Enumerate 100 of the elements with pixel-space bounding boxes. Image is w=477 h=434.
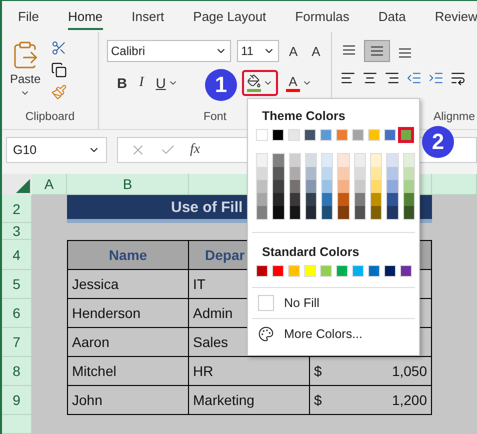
ribbon-tab[interactable]: Home — [68, 3, 103, 30]
color-swatch[interactable] — [257, 180, 268, 193]
grow-font-button[interactable]: A — [285, 40, 302, 62]
color-swatch[interactable] — [273, 154, 284, 167]
color-swatch[interactable] — [338, 193, 349, 206]
step-badge: 2 — [422, 126, 454, 158]
table-cell: Aaron — [67, 328, 189, 357]
color-swatch[interactable] — [387, 193, 398, 206]
wrap-text-icon — [450, 70, 466, 86]
color-swatch[interactable] — [354, 167, 366, 180]
row-header[interactable]: 2 — [2, 195, 32, 223]
section-title: Theme Colors — [262, 109, 346, 123]
color-swatch[interactable] — [306, 193, 316, 206]
color-swatch[interactable] — [404, 167, 414, 180]
paste-button[interactable]: Paste — [10, 40, 41, 105]
color-swatch[interactable] — [338, 206, 349, 219]
italic-button[interactable]: I — [135, 72, 148, 94]
column-header[interactable] — [432, 174, 477, 195]
color-swatch[interactable] — [273, 167, 284, 180]
ribbon-tab[interactable]: Formulas — [295, 3, 350, 30]
color-swatch[interactable] — [273, 180, 284, 193]
color-swatch[interactable] — [387, 180, 398, 193]
paintbrush-icon — [50, 84, 67, 100]
row-header[interactable]: 4 — [2, 240, 32, 270]
group-label: Clipboard — [25, 111, 75, 123]
color-swatch[interactable] — [257, 206, 268, 219]
color-swatch[interactable] — [306, 206, 316, 219]
table-cell: Jessica — [67, 270, 189, 299]
color-swatch[interactable] — [371, 154, 382, 167]
align-middle-button[interactable] — [364, 40, 390, 62]
align-center-icon — [362, 70, 378, 86]
palette-icon — [258, 326, 274, 342]
color-swatch[interactable] — [400, 129, 412, 141]
color-swatch[interactable] — [404, 193, 414, 206]
color-swatch[interactable] — [338, 154, 349, 167]
color-swatch[interactable] — [404, 154, 414, 167]
font-color-button[interactable]: A — [282, 72, 316, 94]
row-header[interactable] — [2, 415, 32, 434]
currency-symbol: $ — [314, 392, 322, 408]
color-swatch[interactable] — [290, 154, 300, 167]
amount: 1,200 — [392, 392, 427, 408]
font-size-field[interactable]: 11 — [237, 40, 279, 62]
color-swatch[interactable] — [322, 180, 332, 193]
color-swatch[interactable] — [371, 206, 382, 219]
select-all-icon[interactable] — [16, 179, 30, 193]
color-swatch[interactable] — [354, 154, 366, 167]
color-swatch[interactable] — [290, 193, 300, 206]
color-swatch[interactable] — [306, 154, 316, 167]
color-swatch[interactable] — [338, 180, 349, 193]
row-header[interactable]: 9 — [2, 386, 32, 415]
color-swatch[interactable] — [404, 180, 414, 193]
color-swatch[interactable] — [354, 193, 366, 206]
color-swatch[interactable] — [306, 180, 316, 193]
underline-button[interactable]: U — [152, 72, 182, 94]
color-swatch[interactable] — [257, 167, 268, 180]
currency-symbol: $ — [314, 363, 322, 379]
color-swatch[interactable] — [404, 206, 414, 219]
fill-color-button[interactable] — [242, 70, 278, 96]
color-swatch[interactable] — [257, 193, 268, 206]
color-swatch[interactable] — [306, 167, 316, 180]
color-swatch[interactable] — [290, 180, 300, 193]
group-label: Font — [203, 111, 226, 123]
color-swatch[interactable] — [273, 193, 284, 206]
row-header[interactable]: 5 — [2, 270, 32, 299]
table-cell: HR — [189, 357, 310, 386]
color-swatch[interactable] — [257, 154, 268, 167]
shrink-font-button[interactable]: A — [308, 40, 324, 62]
row-header[interactable]: 8 — [2, 357, 32, 386]
function-button[interactable]: fx — [190, 142, 200, 158]
column-header[interactable]: B — [67, 174, 189, 195]
color-swatch[interactable] — [290, 167, 300, 180]
color-swatch[interactable] — [322, 193, 332, 206]
ribbon-tab[interactable]: Page Layout — [193, 3, 266, 30]
row-header[interactable]: 6 — [2, 299, 32, 328]
ribbon-tab[interactable]: Insert — [132, 3, 164, 30]
color-swatch[interactable] — [387, 167, 398, 180]
color-swatch[interactable] — [354, 206, 366, 219]
color-swatch[interactable] — [338, 167, 349, 180]
color-swatch[interactable] — [273, 206, 284, 219]
bold-button[interactable]: B — [113, 72, 132, 94]
table-cell: John — [67, 386, 189, 415]
name-box[interactable]: G10 — [6, 137, 107, 163]
color-swatch[interactable] — [322, 167, 332, 180]
color-swatch[interactable] — [322, 154, 332, 167]
color-swatch[interactable] — [371, 193, 382, 206]
color-swatch[interactable] — [387, 154, 398, 167]
color-swatch[interactable] — [387, 206, 398, 219]
color-swatch[interactable] — [354, 180, 366, 193]
color-swatch[interactable] — [322, 206, 332, 219]
column-header[interactable]: A — [32, 174, 67, 195]
row-header[interactable]: 7 — [2, 328, 32, 357]
ribbon-tab[interactable]: File — [18, 3, 39, 30]
color-swatch[interactable] — [371, 167, 382, 180]
color-swatch[interactable] — [290, 206, 300, 219]
color-swatch[interactable] — [371, 180, 382, 193]
row-header[interactable]: 3 — [2, 223, 32, 240]
align-left-icon — [340, 70, 356, 86]
ribbon-tab[interactable]: Data — [378, 3, 406, 30]
font-name-field[interactable]: Calibri — [107, 40, 231, 62]
copy-icon — [50, 62, 67, 78]
